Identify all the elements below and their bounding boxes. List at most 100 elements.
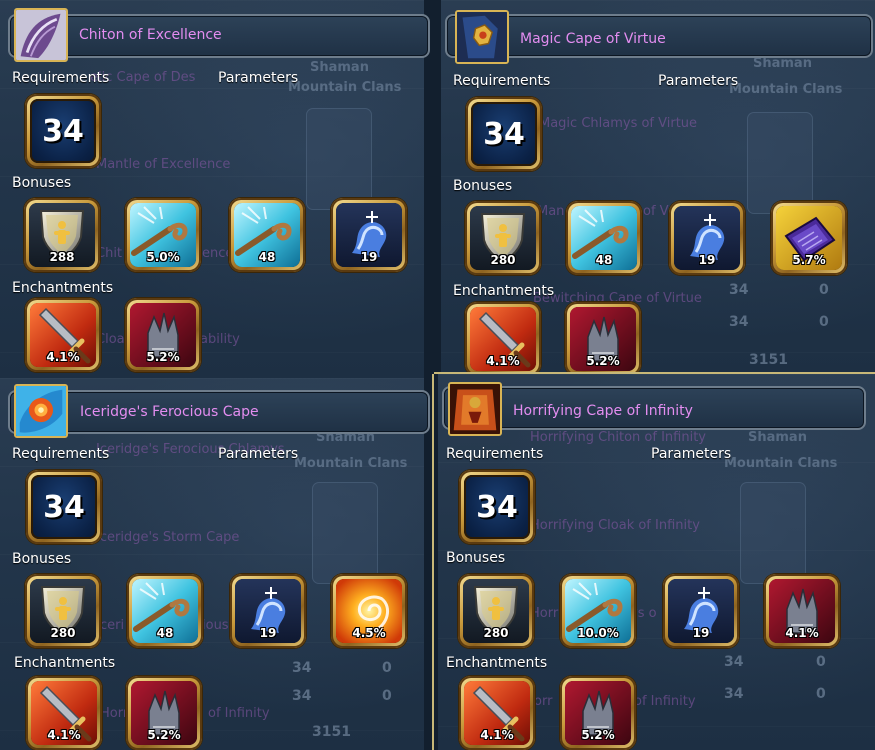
bonuses-label: Bonuses <box>453 178 513 194</box>
item-title: Chiton of Excellence <box>79 27 222 43</box>
enchantment-value: 5.2% <box>581 728 615 742</box>
bg-stat: 34 <box>729 282 749 298</box>
bonus-value: 19 <box>698 253 716 267</box>
bg-stat: 0 <box>819 314 829 330</box>
enchantment-slot[interactable]: 5.2% <box>560 676 636 750</box>
bg-stat: 34 <box>292 688 312 704</box>
bg-faction-label: Mountain Clans <box>724 456 838 471</box>
bg-character-preview <box>740 482 806 584</box>
parameters-label: Parameters <box>651 446 732 462</box>
parameters-label: Parameters <box>658 73 739 89</box>
bonus-value: 19 <box>259 626 277 640</box>
bg-stat: 0 <box>819 282 829 298</box>
bonus-value: 10.0% <box>577 626 619 640</box>
enchantment-value: 4.1% <box>486 354 520 368</box>
bonus-slot[interactable]: 19 <box>663 574 739 648</box>
bg-item-name: Magic Chlamys of Virtue <box>539 116 698 131</box>
bonus-value: 4.1% <box>785 626 819 640</box>
enchantment-value: 4.1% <box>480 728 514 742</box>
enchantments-label: Enchantments <box>453 283 555 299</box>
bg-stat: 34 <box>292 660 312 676</box>
bg-item-name: of V <box>643 204 669 219</box>
enchantment-slot[interactable]: 4.1% <box>465 302 541 374</box>
item-title: Magic Cape of Virtue <box>520 31 666 47</box>
bonus-slot[interactable]: 4.1% <box>764 574 840 648</box>
parameters-label: Parameters <box>218 446 299 462</box>
bg-stat: 3151 <box>312 724 351 740</box>
enchantment-slot[interactable]: 5.2% <box>125 298 201 372</box>
bonus-slot[interactable]: 280 <box>458 574 534 648</box>
bg-item-name: Man <box>537 204 565 219</box>
bg-class-label: Shaman <box>748 430 807 445</box>
bonus-slot[interactable]: 48 <box>127 574 203 648</box>
scrollbar[interactable] <box>424 378 432 750</box>
bonus-slot[interactable]: 48 <box>229 198 305 272</box>
enchantments-label: Enchantments <box>14 655 116 671</box>
item-icon <box>455 10 509 64</box>
scrollbar[interactable] <box>437 0 441 374</box>
item-icon <box>448 382 502 436</box>
level-value: 34 <box>43 489 85 525</box>
bonus-slot[interactable]: 280 <box>25 574 101 648</box>
bonus-value: 280 <box>483 626 509 640</box>
bg-stat: 34 <box>724 686 744 702</box>
bg-item-name: Horr <box>530 606 559 621</box>
enchantment-slot[interactable]: 4.1% <box>26 676 102 750</box>
requirements-label: Requirements <box>12 446 110 462</box>
bg-item-name: of Infinity <box>208 706 270 721</box>
bonus-slot[interactable]: 10.0% <box>560 574 636 648</box>
bg-faction-label: Mountain Clans <box>288 80 402 95</box>
bg-character-preview <box>747 112 813 214</box>
bonus-value: 280 <box>50 626 76 640</box>
requirements-label: Requirements <box>12 70 110 86</box>
item-tooltip-panel-iceridge: Iceridge's Ferocious Chlamys Iceridge's … <box>0 378 432 750</box>
bg-stat: 0 <box>816 654 826 670</box>
bonus-slot[interactable]: 5.7% <box>771 201 847 275</box>
horrifying-cape-icon <box>450 384 500 434</box>
bonus-value: 48 <box>258 250 276 264</box>
bg-item-name: Mantle of Excellence <box>96 157 231 172</box>
enchantment-slot[interactable]: 5.2% <box>126 676 202 750</box>
bg-item-name: Horrifying Chiton of Infinity <box>530 430 706 445</box>
level-requirement-slot[interactable]: 34 <box>25 94 101 168</box>
bg-faction-label: Mountain Clans <box>729 82 843 97</box>
bg-item-name: ious <box>202 618 229 633</box>
item-icon <box>14 384 68 438</box>
bonus-value: 288 <box>49 250 75 264</box>
bonus-slot[interactable]: 19 <box>230 574 306 648</box>
bonus-slot[interactable]: 4.5% <box>331 574 407 648</box>
bg-faction-label: Mountain Clans <box>294 456 408 471</box>
item-tooltip-panel-horrifying-cape: Horrifying Chiton of Infinity Horrifying… <box>434 374 875 750</box>
bg-character-preview <box>306 108 372 210</box>
level-requirement-slot[interactable]: 34 <box>459 470 535 544</box>
bonus-slot[interactable]: 19 <box>669 201 745 275</box>
level-value: 34 <box>42 113 84 149</box>
enchantment-slot[interactable]: 5.2% <box>565 302 641 374</box>
scrollbar[interactable] <box>434 374 438 750</box>
level-requirement-slot[interactable]: 34 <box>26 470 102 544</box>
item-tooltip-panel-magic-cape: Magic Chlamys of Virtue Man of V Bewitch… <box>437 0 875 374</box>
bonus-slot[interactable]: 19 <box>331 198 407 272</box>
bonus-value: 19 <box>360 250 378 264</box>
bg-item-name: ceri <box>100 618 125 633</box>
bonus-value: 48 <box>595 253 613 267</box>
bonus-slot[interactable]: 288 <box>24 198 100 272</box>
bonus-slot[interactable]: 5.0% <box>125 198 201 272</box>
bonus-slot[interactable]: 280 <box>465 201 541 275</box>
enchantment-slot[interactable]: 4.1% <box>459 676 535 750</box>
bg-item-name: Horrifying Cloak of Infinity <box>530 518 700 533</box>
enchantment-slot[interactable]: 4.1% <box>25 298 101 372</box>
item-title: Horrifying Cape of Infinity <box>513 403 693 419</box>
bonus-slot[interactable]: 48 <box>566 201 642 275</box>
item-icon <box>14 8 68 62</box>
requirements-label: Requirements <box>453 73 551 89</box>
panel-divider <box>434 372 875 374</box>
level-requirement-slot[interactable]: 34 <box>466 97 542 171</box>
bonus-value: 19 <box>692 626 710 640</box>
bonus-value: 5.0% <box>146 250 180 264</box>
bonus-value: 48 <box>156 626 174 640</box>
bonuses-label: Bonuses <box>12 551 72 567</box>
bg-stat: 34 <box>724 654 744 670</box>
bg-class-label: Shaman <box>310 60 369 75</box>
parameters-label: Parameters <box>218 70 299 86</box>
